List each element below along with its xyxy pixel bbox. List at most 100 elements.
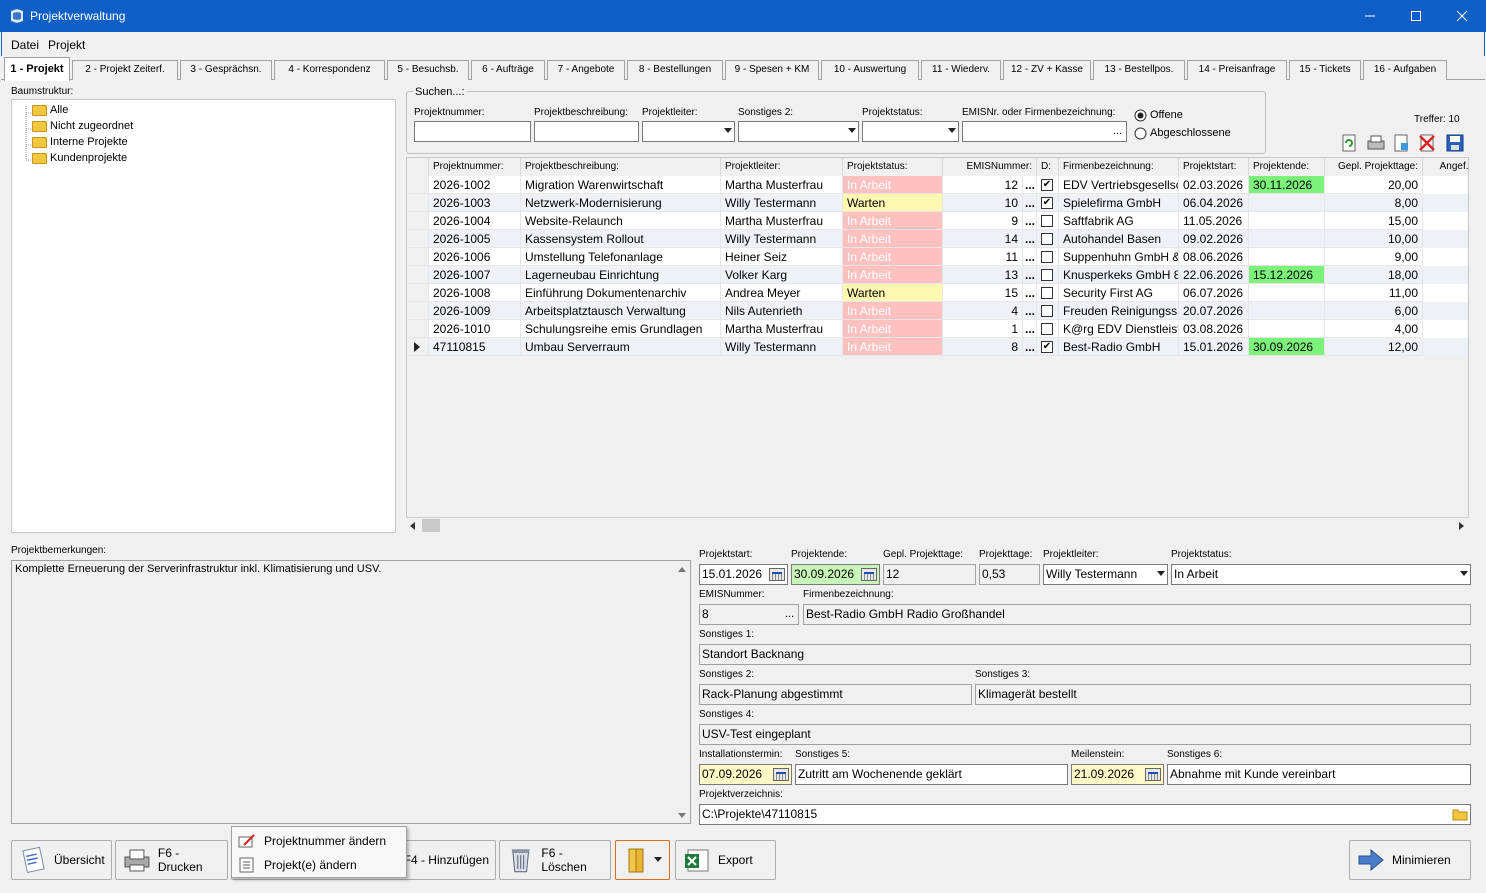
search-beschreibung-input[interactable] bbox=[534, 121, 639, 142]
checkbox[interactable]: ✔ bbox=[1041, 179, 1053, 191]
cell-days[interactable]: 9,00 bbox=[1325, 248, 1423, 266]
cell-emis[interactable]: 1 bbox=[943, 320, 1023, 338]
row-indicator[interactable] bbox=[407, 212, 429, 230]
tab-auswertung[interactable]: 10 - Auswertung bbox=[821, 60, 919, 80]
cell-end[interactable] bbox=[1249, 248, 1325, 266]
folder-open-icon[interactable] bbox=[1452, 807, 1468, 821]
radio-closed[interactable] bbox=[1134, 127, 1147, 140]
grid-header-leiter[interactable]: Projektleiter: bbox=[721, 158, 843, 176]
cell-nr[interactable]: 2026-1006 bbox=[429, 248, 521, 266]
tab-projekt[interactable]: 1 - Projekt bbox=[4, 57, 70, 81]
notes-scrollbar[interactable] bbox=[674, 561, 690, 823]
detail-s5-input[interactable]: Zutritt am Wochenende geklärt bbox=[795, 764, 1068, 785]
cell-emis[interactable]: 15 bbox=[943, 284, 1023, 302]
delete-icon[interactable] bbox=[1418, 134, 1436, 152]
tab-gespraechsn[interactable]: 3 - Gesprächsn. bbox=[180, 60, 272, 80]
scroll-right-icon[interactable] bbox=[1456, 521, 1466, 531]
cell-days[interactable]: 11,00 bbox=[1325, 284, 1423, 302]
tab-besuchsb[interactable]: 5 - Besuchsb. bbox=[387, 60, 469, 80]
emis-lookup-button[interactable]: ... bbox=[1023, 302, 1037, 320]
cell-end[interactable] bbox=[1249, 302, 1325, 320]
table-row[interactable]: 2026-1005 Kassensystem Rollout Willy Teste… bbox=[407, 230, 1468, 248]
tab-aufgaben[interactable]: 16 - Aufgaben bbox=[1363, 60, 1447, 80]
detail-s1-input[interactable]: Standort Backnang bbox=[699, 644, 1471, 665]
detail-planned-input[interactable]: 12 bbox=[883, 564, 976, 585]
cell-end[interactable] bbox=[1249, 194, 1325, 212]
cell-nr[interactable]: 2026-1010 bbox=[429, 320, 521, 338]
calendar-icon[interactable] bbox=[769, 568, 785, 581]
emis-lookup-button[interactable]: ... bbox=[1023, 248, 1037, 266]
checkbox[interactable] bbox=[1041, 287, 1053, 299]
scroll-thumb[interactable] bbox=[422, 519, 440, 532]
tab-bestellpos[interactable]: 13 - Bestellpos. bbox=[1093, 60, 1185, 80]
cell-lead[interactable]: Volker Karg bbox=[721, 266, 843, 284]
emis-lookup-button[interactable]: ... bbox=[1023, 212, 1037, 230]
cell-desc[interactable]: Umstellung Telefonanlage bbox=[521, 248, 721, 266]
scroll-down-icon[interactable] bbox=[677, 812, 687, 820]
popup-item-change-number[interactable]: Projektnummer ändern bbox=[232, 829, 406, 853]
cell-days[interactable]: 10,00 bbox=[1325, 230, 1423, 248]
detail-start-input[interactable]: 15.01.2026 bbox=[699, 564, 788, 585]
scroll-up-icon[interactable] bbox=[677, 565, 687, 573]
cell-firm[interactable]: Saftfabrik AG bbox=[1059, 212, 1179, 230]
detail-install-input[interactable]: 07.09.2026 bbox=[699, 764, 792, 785]
cell-desc[interactable]: Netzwerk-Modernisierung bbox=[521, 194, 721, 212]
cell-emis[interactable]: 11 bbox=[943, 248, 1023, 266]
row-checkbox[interactable] bbox=[1037, 248, 1059, 266]
row-indicator[interactable] bbox=[407, 302, 429, 320]
grid-horizontal-scrollbar[interactable] bbox=[406, 517, 1469, 533]
emis-lookup-button[interactable]: ... bbox=[1023, 176, 1037, 194]
cell-desc[interactable]: Einführung Dokumentenarchiv bbox=[521, 284, 721, 302]
cell-lead[interactable]: Nils Autenrieth bbox=[721, 302, 843, 320]
grid-header-nummer[interactable]: Projektnummer: bbox=[429, 158, 521, 176]
cell-desc[interactable]: Arbeitsplatztausch Verwaltung bbox=[521, 302, 721, 320]
row-checkbox[interactable] bbox=[1037, 302, 1059, 320]
emis-lookup-button[interactable]: ... bbox=[1023, 338, 1037, 356]
detail-lead-select[interactable]: Willy Testermann bbox=[1043, 564, 1168, 585]
tab-bestellungen[interactable]: 8 - Bestellungen bbox=[627, 60, 723, 80]
cell-lead[interactable]: Willy Testermann bbox=[721, 338, 843, 356]
tree-node-interne-projekte[interactable]: Interne Projekte bbox=[50, 136, 128, 148]
cell-lead[interactable]: Heiner Seiz bbox=[721, 248, 843, 266]
table-row[interactable]: 2026-1002 Migration Warenwirtschaft Martha… bbox=[407, 176, 1468, 194]
cell-lead[interactable]: Martha Musterfrau bbox=[721, 176, 843, 194]
cell-start[interactable]: 22.06.2026 bbox=[1179, 266, 1249, 284]
ellipsis-icon[interactable]: ... bbox=[785, 605, 794, 624]
cell-nr[interactable]: 2026-1007 bbox=[429, 266, 521, 284]
cell-firm[interactable]: Autohandel Basen bbox=[1059, 230, 1179, 248]
cell-status[interactable]: Warten bbox=[843, 194, 943, 212]
tab-spesen-km[interactable]: 9 - Spesen + KM bbox=[725, 60, 819, 80]
tree-node-alle[interactable]: Alle bbox=[50, 104, 68, 116]
popup-item-change-projects[interactable]: Projekt(e) ändern bbox=[232, 853, 406, 877]
grid-header-firma[interactable]: Firmenbezeichnung: bbox=[1059, 158, 1179, 176]
row-checkbox[interactable] bbox=[1037, 266, 1059, 284]
cell-days[interactable]: 6,00 bbox=[1325, 302, 1423, 320]
search-leiter-select[interactable] bbox=[642, 121, 735, 142]
grid-header-gepl-tage[interactable]: Gepl. Projekttage: bbox=[1325, 158, 1423, 176]
cell-status[interactable]: In Arbeit bbox=[843, 248, 943, 266]
tab-wiederv[interactable]: 11 - Wiederv. bbox=[921, 60, 1001, 80]
tab-tickets[interactable]: 15 - Tickets bbox=[1289, 60, 1361, 80]
row-indicator[interactable] bbox=[407, 176, 429, 194]
detail-milestone-input[interactable]: 21.09.2026 bbox=[1071, 764, 1164, 785]
table-row[interactable]: 2026-1008 Einführung Dokumentenarchiv Andr… bbox=[407, 284, 1468, 302]
print-button[interactable]: F6 - Drucken bbox=[115, 840, 228, 880]
tree-node-nicht-zugeordnet[interactable]: Nicht zugeordnet bbox=[50, 120, 133, 132]
row-checkbox[interactable]: ✔ bbox=[1037, 338, 1059, 356]
minimize-window-button[interactable] bbox=[1347, 0, 1393, 32]
calendar-icon[interactable] bbox=[773, 768, 789, 781]
search-nummer-input[interactable] bbox=[414, 121, 531, 142]
cell-status[interactable]: In Arbeit bbox=[843, 212, 943, 230]
cell-nr[interactable]: 2026-1002 bbox=[429, 176, 521, 194]
emis-lookup-button[interactable]: ... bbox=[1023, 230, 1037, 248]
grid-header-ende[interactable]: Projektende: bbox=[1249, 158, 1325, 176]
cell-start[interactable]: 02.03.2026 bbox=[1179, 176, 1249, 194]
table-row[interactable]: 2026-1006 Umstellung Telefonanlage Heiner … bbox=[407, 248, 1468, 266]
scroll-left-icon[interactable] bbox=[408, 521, 418, 531]
notes-textarea[interactable]: Komplette Erneuerung der Serverinfrastru… bbox=[11, 560, 691, 824]
cell-desc[interactable]: Website-Relaunch bbox=[521, 212, 721, 230]
cell-lead[interactable]: Andrea Meyer bbox=[721, 284, 843, 302]
cell-firm[interactable]: Best-Radio GmbH bbox=[1059, 338, 1179, 356]
table-row[interactable]: 2026-1010 Schulungsreihe emis Grundlagen M… bbox=[407, 320, 1468, 338]
search-sonstiges2-select[interactable] bbox=[738, 121, 859, 142]
